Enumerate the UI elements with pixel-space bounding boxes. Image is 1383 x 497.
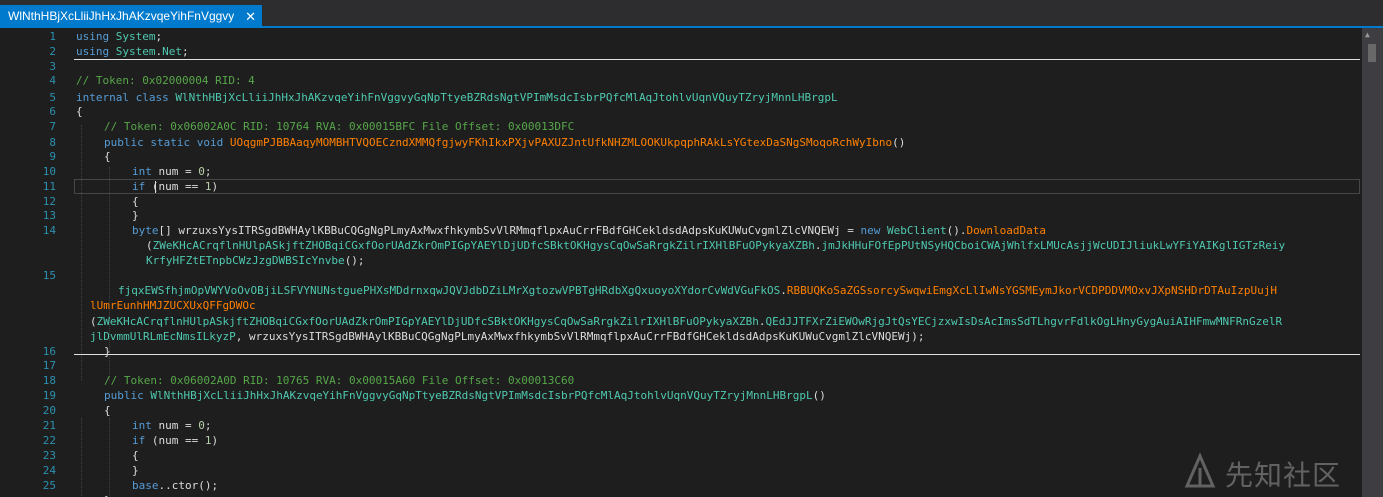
line-number: 11 — [42, 180, 56, 193]
code-line-wrap: (ZWeKHcACrqflnHUlpASkjftZHOBqiCGxfOorUAd… — [146, 239, 1286, 252]
line-number: 17 — [42, 359, 56, 372]
code-editor[interactable]: 1 2 3 4 5 6 7 8 9 10 11 12 13 14 15 16 1… — [0, 28, 1383, 497]
code-line: using System; — [76, 30, 163, 43]
line-number: 3 — [49, 60, 56, 73]
line-number: 14 — [42, 224, 56, 237]
code-line: if (num == 1) — [132, 434, 219, 447]
line-number: 9 — [49, 150, 56, 163]
code-line-wrap: KrfyHFZtETnpbCWzJzgDWBSIcYnvbe(); — [146, 254, 365, 267]
code-line: if (num == 1) — [132, 180, 219, 193]
line-number: 18 — [42, 374, 56, 387]
code-line-wrap: lUmrEunhHMJZUCXUxQFFgDWOc — [90, 299, 256, 312]
code-line: int num = 0; — [132, 419, 212, 432]
comment-line: // Token: 0x06002A0D RID: 10765 RVA: 0x0… — [104, 374, 575, 387]
method-separator — [74, 354, 1360, 355]
code-line: } — [104, 493, 111, 497]
line-number: 23 — [42, 449, 56, 462]
line-number: 7 — [49, 120, 56, 133]
tab-bar: WlNthHBjXcLliiJhHxJhAKzvqeYihFnVggvy... … — [0, 0, 1383, 28]
line-number: 8 — [49, 136, 56, 149]
line-number: 10 — [42, 165, 56, 178]
indent-guide — [81, 418, 82, 497]
comment-line: // Token: 0x02000004 RID: 4 — [76, 74, 255, 87]
line-number: 4 — [49, 74, 56, 87]
line-number: 24 — [42, 464, 56, 477]
code-line: { — [104, 150, 111, 163]
code-line: base..ctor(); — [132, 479, 219, 492]
code-line: { — [104, 404, 111, 417]
line-number: 22 — [42, 434, 56, 447]
line-number: 21 — [42, 419, 56, 432]
line-number: 19 — [42, 389, 56, 402]
line-number: 25 — [42, 479, 56, 492]
line-number: 20 — [42, 404, 56, 417]
comment-line: // Token: 0x06002A0C RID: 10764 RVA: 0x0… — [104, 120, 575, 133]
line-number: 12 — [42, 195, 56, 208]
scrollbar-thumb[interactable] — [1368, 44, 1376, 62]
watermark: 先知社区 — [1183, 452, 1373, 492]
line-number: 6 — [49, 105, 56, 118]
line-number: 1 — [49, 30, 56, 43]
code-line-wrap: jlDvmmUlRLmEcNmsILkyzP, wrzuxsYysITRSgdB… — [90, 330, 925, 343]
indent-guide — [109, 418, 110, 497]
xianzhi-logo-icon — [1184, 452, 1216, 488]
code-line: using System.Net; — [76, 45, 189, 58]
method-declaration: public static void UOqgmPJBBAaqyMOMBHTVQ… — [104, 136, 906, 149]
code-line: } — [132, 464, 139, 477]
line-number: 13 — [42, 209, 56, 222]
code-line: } — [132, 209, 139, 222]
code-line: } — [104, 345, 111, 358]
close-icon[interactable]: ✕ — [245, 5, 256, 28]
line-number: 15 — [42, 269, 56, 282]
constructor-declaration: public WlNthHBjXcLliiJhHxJhAKzvqeYihFnVg… — [104, 389, 826, 402]
line-number: 5 — [49, 91, 56, 104]
current-line-highlight — [74, 179, 1360, 194]
watermark-text: 先知社区 — [1225, 459, 1342, 492]
line-number: 2 — [49, 45, 56, 58]
vertical-scrollbar[interactable] — [1362, 28, 1383, 497]
scroll-up-icon[interactable]: ▲ — [1365, 30, 1370, 39]
tab-active-file[interactable]: WlNthHBjXcLliiJhHxJhAKzvqeYihFnVggvy... … — [0, 5, 262, 28]
code-line: { — [132, 195, 139, 208]
code-line: fjqxEWSfhjmOpVWYVoOvOBjiLSFVYNUNstguePHX… — [118, 284, 1277, 297]
code-line: { — [76, 105, 83, 118]
code-line: int num = 0; — [132, 165, 212, 178]
indent-guide — [81, 125, 82, 381]
code-line-wrap: (ZWeKHcACrqflnHUlpASkjftZHOBqiCGxfOorUAd… — [90, 315, 1283, 328]
line-number: 16 — [42, 345, 56, 358]
code-line: { — [132, 449, 139, 462]
tab-title: WlNthHBjXcLliiJhHxJhAKzvqeYihFnVggvy... — [8, 9, 234, 23]
class-declaration: internal class WlNthHBjXcLliiJhHxJhAKzvq… — [76, 91, 838, 104]
method-separator — [74, 59, 1360, 60]
code-line: byte[] wrzuxsYysITRSgdBWHAylKBBuCQGgNgPL… — [132, 224, 1046, 237]
